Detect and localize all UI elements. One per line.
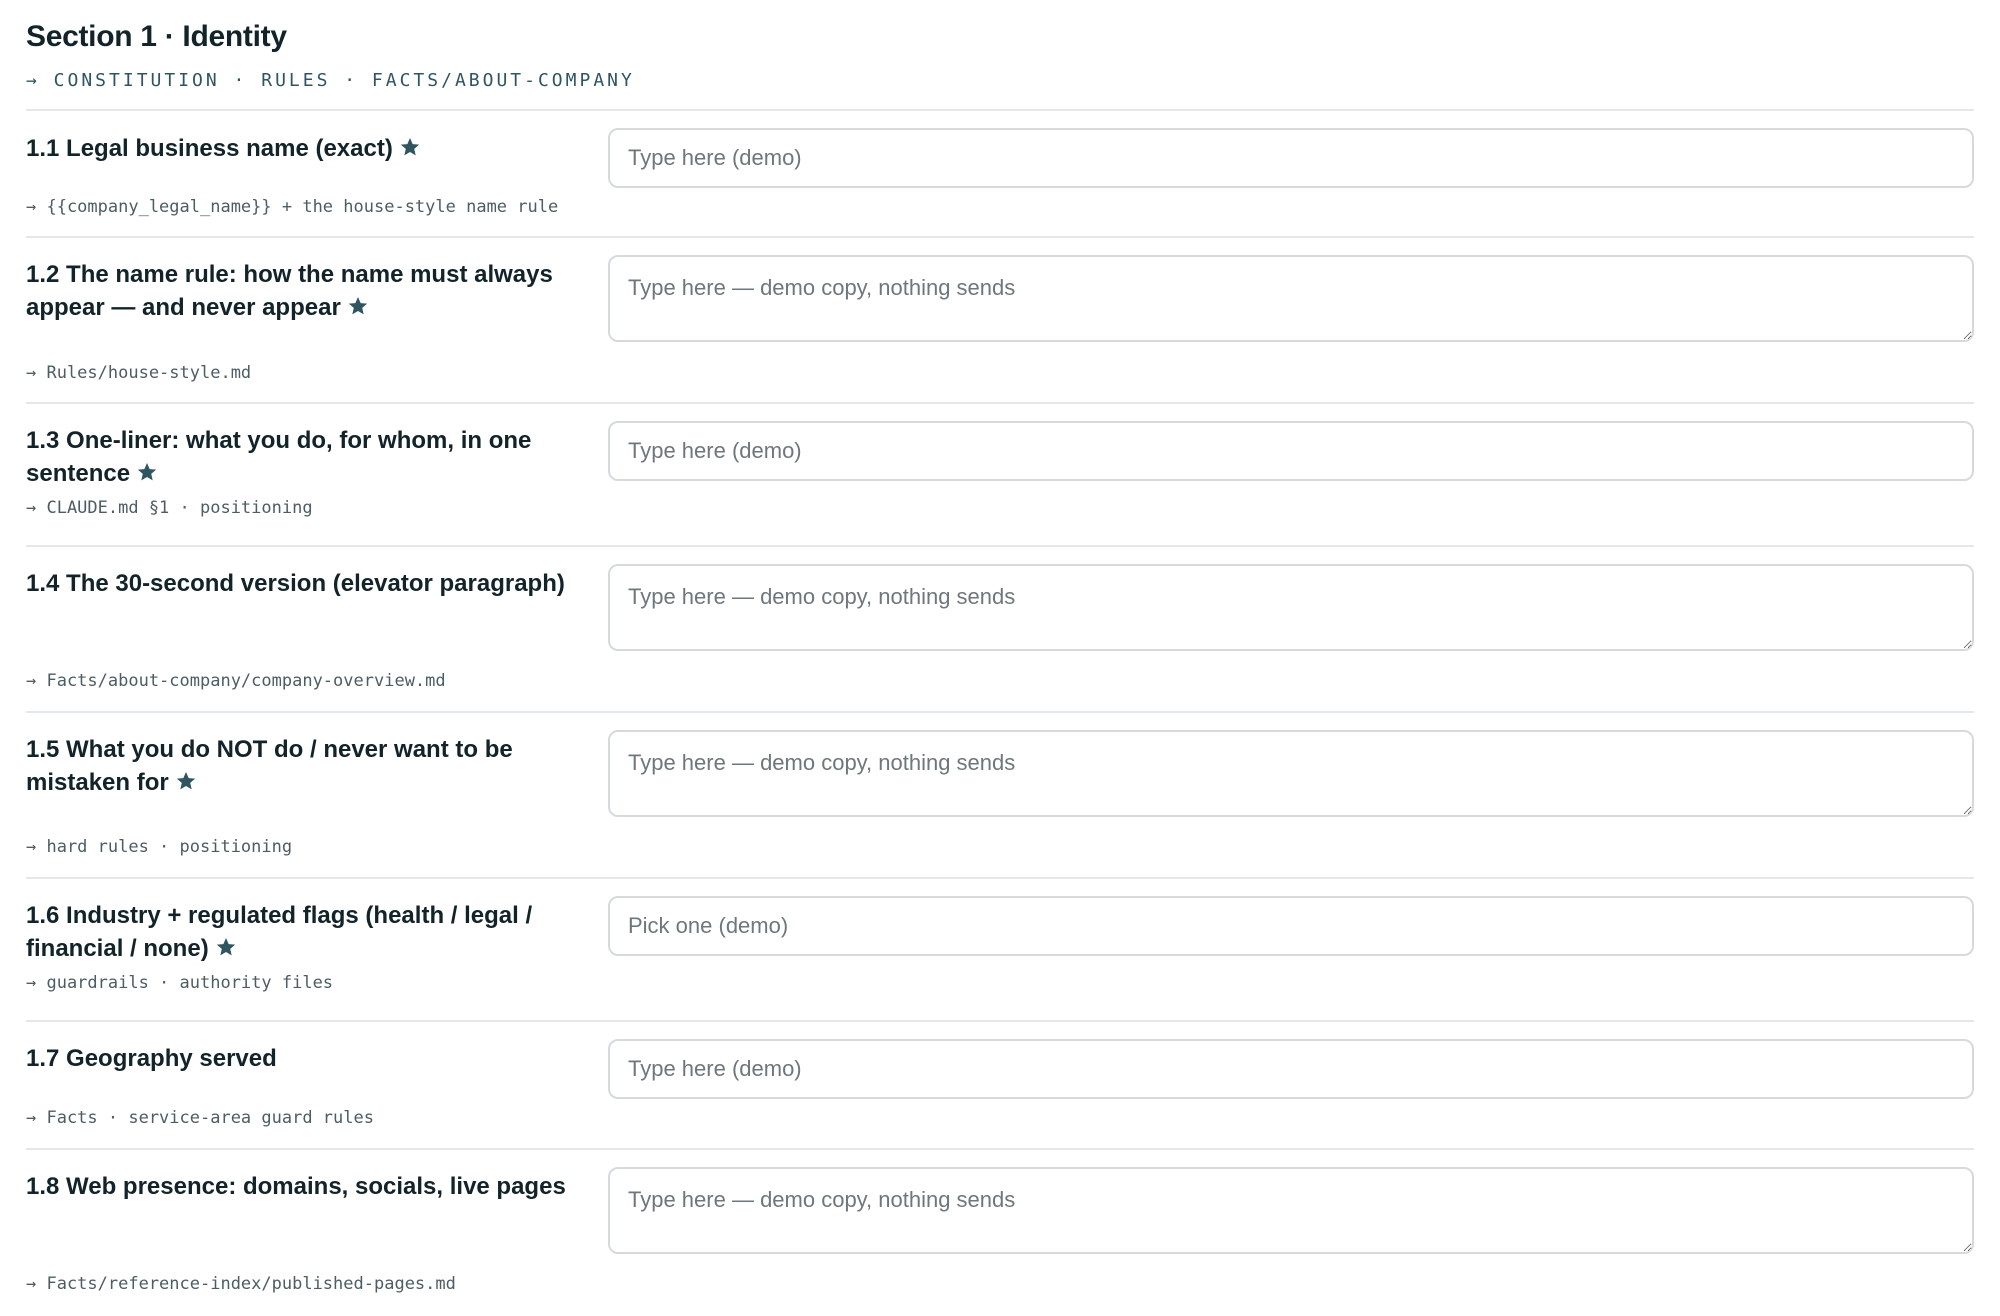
question-label: 1.7 Geography served <box>26 1045 277 1072</box>
question-row-1-5: 1.5 What you do NOT do / never want to b… <box>26 713 1974 879</box>
question-field-wrap <box>608 404 1974 545</box>
answer-textarea[interactable] <box>608 1167 1974 1254</box>
question-row-1-6: 1.6 Industry + regulated flags (health /… <box>26 879 1974 1022</box>
question-info: 1.7 Geography served → Facts · service-a… <box>26 1022 608 1148</box>
industry-select[interactable]: Pick one (demo) <box>608 896 1974 956</box>
question-row-1-1: 1.1 Legal business name (exact) → {{comp… <box>26 111 1974 238</box>
question-reference: → hard rules · positioning <box>26 837 293 857</box>
answer-textarea[interactable] <box>608 564 1974 651</box>
question-info: 1.4 The 30-second version (elevator para… <box>26 547 608 711</box>
question-reference: → Rules/house-style.md <box>26 363 252 383</box>
question-label: 1.1 Legal business name (exact) <box>26 111 608 165</box>
question-field-wrap <box>608 1022 1974 1148</box>
question-field-wrap: Pick one (demo) <box>608 879 1974 1020</box>
question-info: 1.6 Industry + regulated flags (health /… <box>26 879 608 1020</box>
question-reference: → {{company_legal_name}} + the house-sty… <box>26 197 559 217</box>
question-field-wrap <box>608 238 1974 402</box>
question-row-1-3: 1.3 One-liner: what you do, for whom, in… <box>26 404 1974 547</box>
question-field-wrap <box>608 713 1974 877</box>
question-info: 1.1 Legal business name (exact) → {{comp… <box>26 111 608 236</box>
question-label: 1.8 Web presence: domains, socials, live… <box>26 1173 566 1200</box>
question-field-wrap <box>608 1150 1974 1316</box>
section-tags: → CONSTITUTION · RULES · FACTS/ABOUT-COM… <box>26 70 635 91</box>
question-label: 1.4 The 30-second version (elevator para… <box>26 570 565 597</box>
section-title: Section 1 · Identity <box>26 20 287 53</box>
question-label: 1.6 Industry + regulated flags (health /… <box>26 902 533 962</box>
question-reference: → CLAUDE.md §1 · positioning <box>26 498 313 518</box>
answer-input[interactable] <box>608 1039 1974 1099</box>
star-icon <box>399 136 421 158</box>
star-icon <box>347 295 369 317</box>
answer-input[interactable] <box>608 128 1974 188</box>
question-label: 1.2 The name rule: how the name must alw… <box>26 261 553 321</box>
question-reference: → Facts · service-area guard rules <box>26 1108 374 1128</box>
question-info: 1.5 What you do NOT do / never want to b… <box>26 713 608 877</box>
select-placeholder: Pick one (demo) <box>628 913 789 938</box>
question-field-wrap <box>608 547 1974 711</box>
form-page: Section 1 · Identity → CONSTITUTION · RU… <box>0 0 2000 1316</box>
question-info: 1.8 Web presence: domains, socials, live… <box>26 1150 608 1316</box>
question-row-1-2: 1.2 The name rule: how the name must alw… <box>26 238 1974 404</box>
question-row-1-8: 1.8 Web presence: domains, socials, live… <box>26 1150 1974 1316</box>
answer-input[interactable] <box>608 421 1974 481</box>
answer-textarea[interactable] <box>608 255 1974 342</box>
question-row-1-7: 1.7 Geography served → Facts · service-a… <box>26 1022 1974 1150</box>
question-info: 1.2 The name rule: how the name must alw… <box>26 238 608 402</box>
star-icon <box>136 461 158 483</box>
answer-textarea[interactable] <box>608 730 1974 817</box>
star-icon <box>215 936 237 958</box>
question-reference: → Facts/reference-index/published-pages.… <box>26 1274 456 1294</box>
star-icon <box>175 770 197 792</box>
question-label: 1.3 One-liner: what you do, for whom, in… <box>26 427 532 487</box>
question-field-wrap <box>608 111 1974 236</box>
question-info: 1.3 One-liner: what you do, for whom, in… <box>26 404 608 545</box>
question-row-1-4: 1.4 The 30-second version (elevator para… <box>26 547 1974 713</box>
question-label: 1.5 What you do NOT do / never want to b… <box>26 736 513 796</box>
question-reference: → Facts/about-company/company-overview.m… <box>26 671 446 691</box>
question-reference: → guardrails · authority files <box>26 973 334 993</box>
